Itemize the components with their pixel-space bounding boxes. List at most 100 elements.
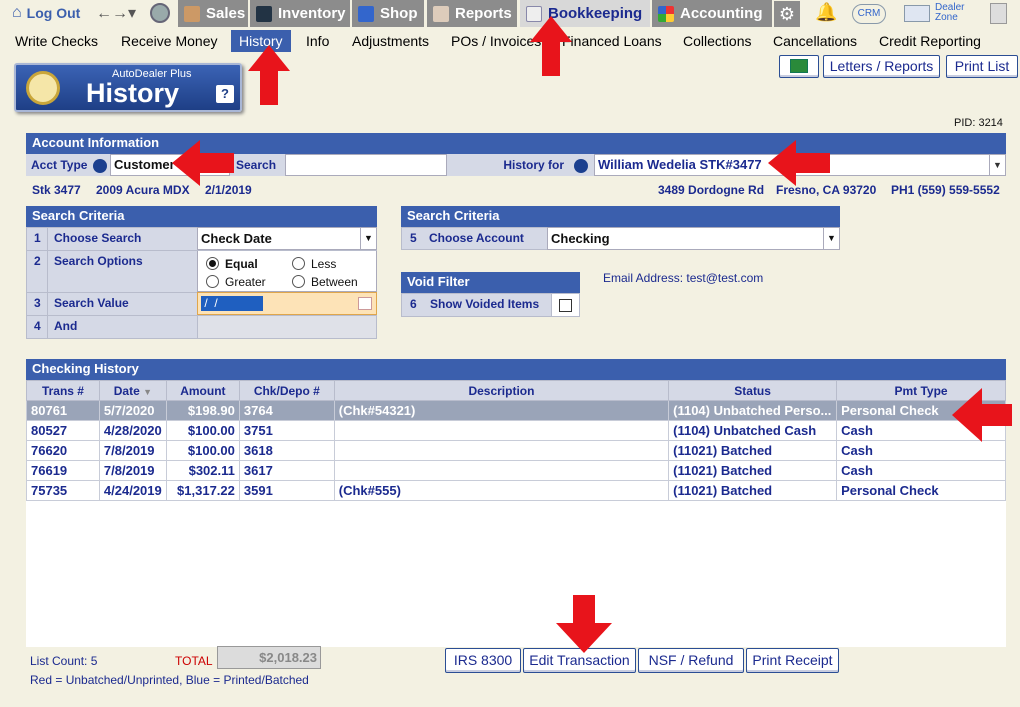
row-number: 5 <box>410 231 417 245</box>
search-input[interactable] <box>285 154 447 176</box>
table-cell: $302.11 <box>165 460 240 481</box>
between-label: Between <box>311 275 358 289</box>
nav-accounting[interactable]: Accounting <box>652 0 772 27</box>
list-count: List Count: 5 <box>30 654 98 668</box>
history-for-label: History for <box>447 154 594 176</box>
annotation-arrow-left-acct-type <box>172 140 234 186</box>
chevron-down-icon[interactable]: ▼ <box>360 228 376 249</box>
salesperson-icon <box>184 5 200 22</box>
choose-account-label: Choose Account <box>429 231 524 245</box>
subnav-receive-money[interactable]: Receive Money <box>121 30 218 52</box>
subnav-write-checks[interactable]: Write Checks <box>15 30 98 52</box>
nav-inventory[interactable]: Inventory <box>250 0 350 27</box>
crm-button[interactable]: CRM <box>852 4 886 24</box>
table-cell: $1,317.22 <box>165 480 240 501</box>
excel-export-button[interactable] <box>779 55 819 78</box>
search-value-field[interactable]: / / <box>197 292 377 315</box>
phone: PH1 (559) 559-5552 <box>891 183 1000 197</box>
account-criteria-header: Search Criteria <box>401 206 840 227</box>
radio-between[interactable] <box>292 275 305 288</box>
face-icon[interactable] <box>150 3 170 23</box>
and-value-field[interactable] <box>197 315 377 339</box>
choose-search-select[interactable]: Check Date ▼ <box>197 227 377 250</box>
table-cell: (11021) Batched <box>668 440 838 461</box>
print-receipt-button[interactable]: Print Receipt <box>746 648 839 673</box>
table-cell: 5/7/2020 <box>98 400 167 421</box>
subnav-cancellations[interactable]: Cancellations <box>773 30 857 52</box>
show-voided-cell <box>551 293 580 317</box>
col-amount[interactable]: Amount <box>165 380 240 401</box>
calendar-icon[interactable] <box>358 297 372 310</box>
row-number: 2 <box>34 254 41 268</box>
table-cell: (11021) Batched <box>668 460 838 481</box>
greater-label: Greater <box>225 275 266 289</box>
table-row[interactable]: 80527 4/28/2020 $100.00 3751 (1104) Unbatche… <box>26 420 1006 441</box>
subnav-collections[interactable]: Collections <box>683 30 751 52</box>
nsf-refund-button[interactable]: NSF / Refund <box>638 648 744 673</box>
radio-greater[interactable] <box>206 275 219 288</box>
annotation-arrow-up-bookkeeping <box>530 16 572 76</box>
nav-reports[interactable]: Reports <box>427 0 517 27</box>
col-chk-depo[interactable]: Chk/Depo # <box>238 380 335 401</box>
subnav-pos-invoices[interactable]: POs / Invoices <box>451 30 541 52</box>
table-cell <box>333 420 670 441</box>
irs-8300-button[interactable]: IRS 8300 <box>445 648 521 673</box>
nav-sales[interactable]: Sales <box>178 0 248 27</box>
annotation-arrow-up-history <box>248 45 290 105</box>
table-cell: $100.00 <box>165 440 240 461</box>
subnav-info[interactable]: Info <box>306 30 329 52</box>
col-description[interactable]: Description <box>333 380 670 401</box>
calculator-icon[interactable] <box>990 3 1007 24</box>
table-cell: 7/8/2019 <box>98 440 167 461</box>
table-cell: $198.90 <box>165 400 240 421</box>
table-cell: $100.00 <box>165 420 240 441</box>
history-table-body: 80761 5/7/2020 $198.90 3764 (Chk#54321) (1104… <box>26 400 1006 501</box>
back-forward-icon[interactable]: ←→▾ <box>96 3 136 23</box>
home-icon: ⌂ <box>12 4 22 21</box>
table-row[interactable]: 75735 4/24/2019 $1,317.22 3591 (Chk#555) (110… <box>26 480 1006 501</box>
clock-icon <box>26 71 60 105</box>
lookup-icon[interactable] <box>574 158 588 173</box>
letters-reports-button[interactable]: Letters / Reports <box>823 55 940 78</box>
dealer-zone-link[interactable]: Dealer Zone <box>935 3 964 23</box>
table-cell: (Chk#555) <box>333 480 670 501</box>
bell-icon[interactable]: 🔔 <box>815 2 837 23</box>
nav-shop[interactable]: Shop <box>352 0 424 27</box>
pid-label: PID: 3214 <box>954 117 1003 129</box>
history-table: Trans # Date ▼ Amount Chk/Depo # Descrip… <box>26 380 1006 501</box>
table-cell: 75735 <box>26 480 100 501</box>
table-cell: 4/24/2019 <box>98 480 167 501</box>
help-button[interactable]: ? <box>216 85 234 103</box>
col-date[interactable]: Date ▼ <box>98 380 167 401</box>
page-title-badge: AutoDealer Plus History ? <box>14 63 242 112</box>
subnav-financed-loans[interactable]: Financed Loans <box>562 30 662 52</box>
search-options-label: Search Options <box>54 254 143 268</box>
search-label: Search <box>230 154 285 176</box>
show-voided-checkbox[interactable] <box>559 299 572 312</box>
settings-gear-icon[interactable]: ⚙ <box>774 1 800 27</box>
radio-equal[interactable] <box>206 257 219 270</box>
table-cell <box>333 440 670 461</box>
table-row[interactable]: 76620 7/8/2019 $100.00 3618 (11021) Batched C… <box>26 440 1006 461</box>
logout-link[interactable]: ⌂ Log Out <box>12 4 80 22</box>
page-title: History <box>86 78 180 108</box>
chevron-down-icon[interactable]: ▼ <box>989 155 1005 175</box>
table-cell: (11021) Batched <box>668 480 838 501</box>
table-cell: (Chk#54321) <box>333 400 670 421</box>
subnav-credit-reporting[interactable]: Credit Reporting <box>879 30 981 52</box>
choose-account-select[interactable]: Checking ▼ <box>547 227 840 250</box>
table-cell: 76620 <box>26 440 100 461</box>
print-list-button[interactable]: Print List <box>946 55 1018 78</box>
history-table-area: Trans # Date ▼ Amount Chk/Depo # Descrip… <box>26 380 1006 647</box>
col-trans[interactable]: Trans # <box>26 380 100 401</box>
lookup-icon[interactable] <box>93 158 108 173</box>
table-row[interactable]: 80761 5/7/2020 $198.90 3764 (Chk#54321) (1104… <box>26 400 1006 421</box>
col-status[interactable]: Status <box>668 380 838 401</box>
radio-less[interactable] <box>292 257 305 270</box>
subnav-adjustments[interactable]: Adjustments <box>352 30 429 52</box>
chevron-down-icon[interactable]: ▼ <box>823 228 839 249</box>
dealer-zone-icon[interactable] <box>904 5 930 22</box>
table-cell: 3618 <box>238 440 335 461</box>
table-row[interactable]: 76619 7/8/2019 $302.11 3617 (11021) Batched C… <box>26 460 1006 481</box>
date-input[interactable]: / / <box>201 296 263 311</box>
